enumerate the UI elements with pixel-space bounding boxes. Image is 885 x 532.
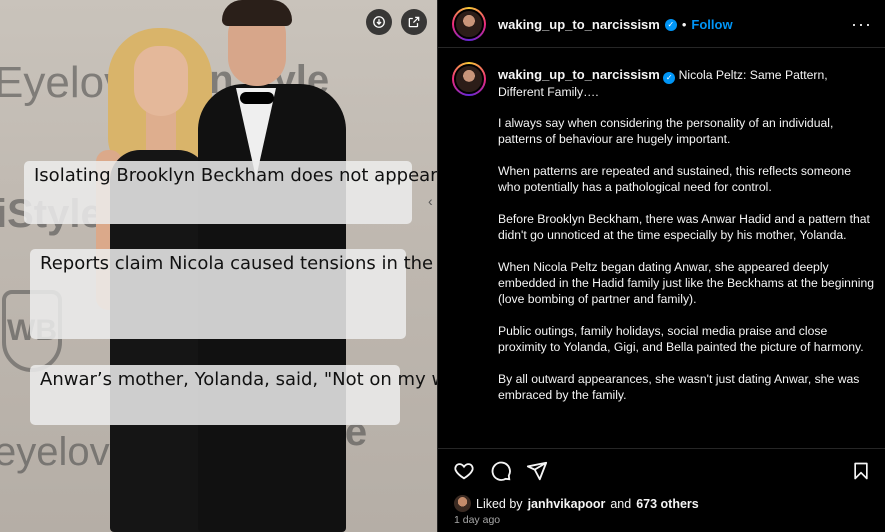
post-caption: waking_up_to_narcissism ✓ Nicola Peltz: … [498,67,876,419]
caption-paragraph: By all outward appearances, she wasn't j… [498,372,860,402]
post-sidebar: waking_up_to_narcissism ✓ • Follow ··· w… [437,0,885,532]
post-viewer: Eyelove InStyle iStyle eyelove InStyle W… [0,0,885,532]
caption-paragraph: Public outings, family holidays, social … [498,324,864,354]
likes-row: Liked by janhvikapoor and 673 others [454,495,699,512]
bookmark-icon[interactable] [851,460,873,482]
heart-icon[interactable] [453,460,475,482]
open-external-icon[interactable] [401,9,427,35]
comment-icon[interactable] [490,460,512,482]
photo-caption: Reports claim Nicola caused tensions in … [30,249,437,339]
man-hair [222,0,292,26]
avatar[interactable] [452,62,486,96]
separator-dot: • [681,17,687,32]
post-photo[interactable]: Eyelove InStyle iStyle eyelove InStyle W… [0,0,437,532]
download-icon[interactable] [366,9,392,35]
chevron-left-icon[interactable]: ‹ [428,193,433,209]
woman-face [134,46,188,116]
liker-username-link[interactable]: janhvikapoor [528,497,606,511]
liker-avatar[interactable] [454,495,471,512]
likes-prefix: Liked by [476,496,523,511]
bow-tie [240,92,274,104]
post-timestamp[interactable]: 1 day ago [454,514,500,526]
action-bar [438,448,885,488]
likes-connector: and [610,496,632,511]
more-options-icon[interactable]: ··· [851,14,872,35]
woman-neck [146,110,176,150]
photo-caption: Isolating Brooklyn Beckham does not appe… [24,161,437,224]
photo-caption: Anwar’s mother, Yolanda, said, "Not on m… [30,365,437,425]
caption-paragraph: I always say when considering the person… [498,116,834,146]
verified-badge-icon: ✓ [664,18,677,31]
caption-paragraph: When Nicola Peltz began dating Anwar, sh… [498,260,875,306]
header-name-row: waking_up_to_narcissism ✓ • Follow [498,17,733,32]
follow-button[interactable]: Follow [691,17,732,32]
caption-paragraph: Before Brooklyn Beckham, there was Anwar… [498,212,870,242]
likes-count-link[interactable]: 673 others [636,497,699,511]
send-icon[interactable] [526,460,548,482]
username-link[interactable]: waking_up_to_narcissism [498,17,660,32]
caption-paragraph: When patterns are repeated and sustained… [498,164,851,194]
caption-username-link[interactable]: waking_up_to_narcissism [498,67,660,82]
verified-badge-icon: ✓ [663,72,676,84]
avatar[interactable] [452,7,486,41]
post-header: waking_up_to_narcissism ✓ • Follow ··· [438,0,885,48]
